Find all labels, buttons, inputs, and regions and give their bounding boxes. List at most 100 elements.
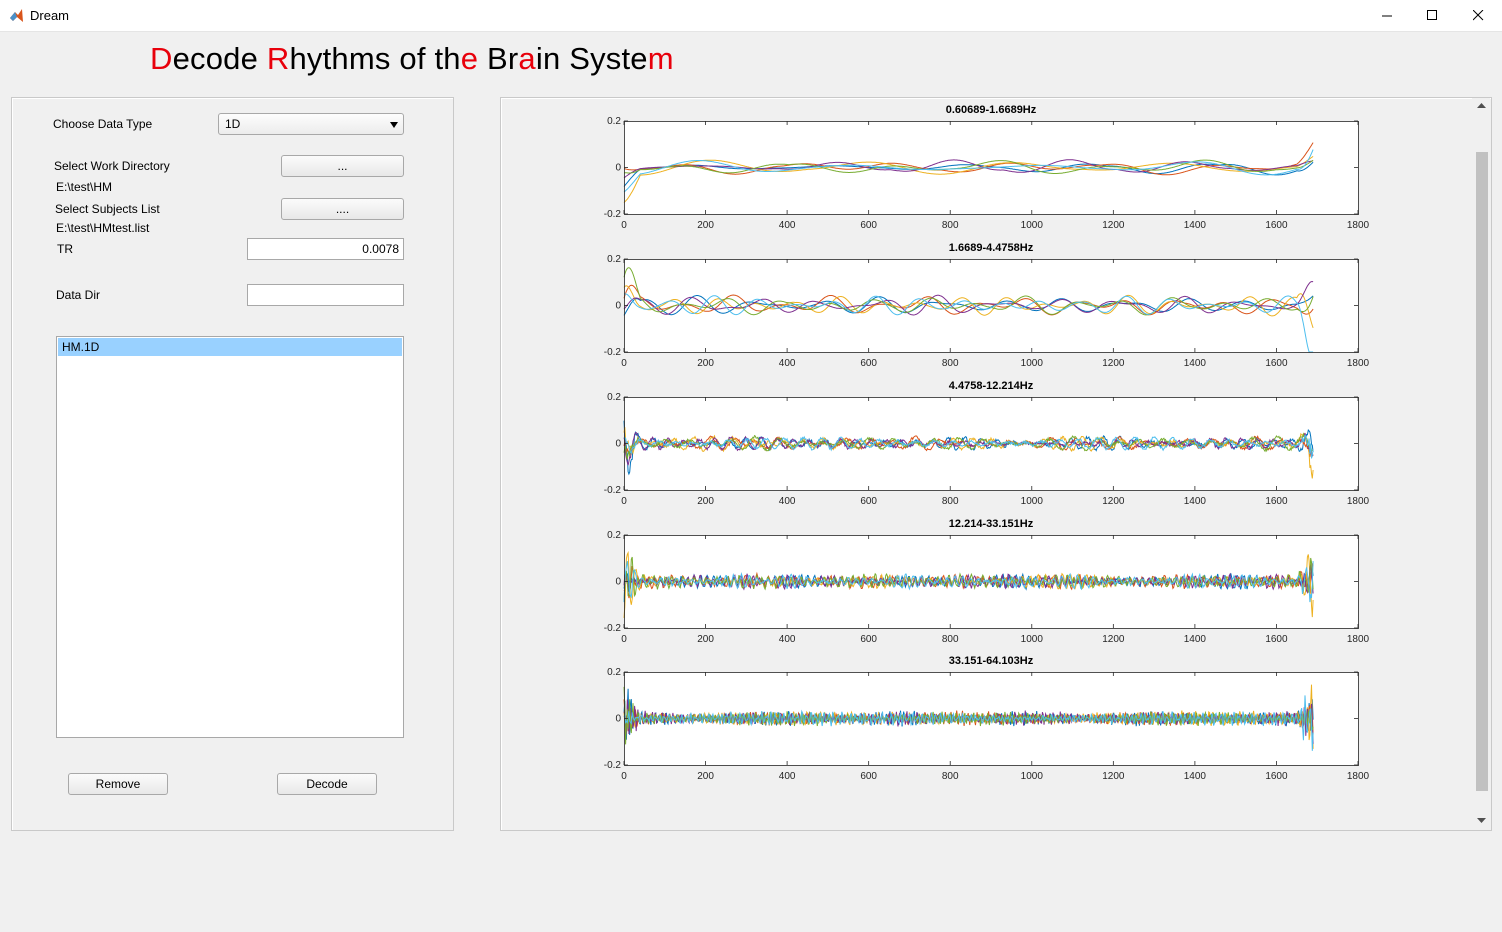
app-heading: Decode Rhythms of the Brain System [150, 41, 674, 77]
x-tick-label: 200 [697, 496, 714, 507]
window-title: Dream [30, 8, 70, 23]
x-tick-label: 0 [621, 496, 627, 507]
x-tick-label: 0 [621, 634, 627, 645]
y-tick-label: -0.2 [604, 347, 622, 358]
title-bar: Dream [0, 0, 1502, 32]
x-tick-label: 1000 [1021, 771, 1044, 782]
x-tick-label: 600 [860, 634, 877, 645]
scroll-up-arrow-icon[interactable] [1477, 103, 1486, 109]
x-tick-label: 600 [860, 358, 877, 369]
x-tick-label: 1400 [1184, 358, 1207, 369]
x-tick-label: 1400 [1184, 771, 1207, 782]
x-tick-label: 1200 [1102, 220, 1125, 231]
chevron-down-icon [390, 122, 398, 128]
x-tick-label: 1600 [1265, 634, 1288, 645]
x-tick-label: 1600 [1265, 358, 1288, 369]
y-tick-label: 0.2 [607, 254, 621, 265]
plot-area [624, 259, 1358, 352]
heading-segment: R [266, 41, 290, 76]
heading-segment: ecode [172, 41, 267, 76]
scroll-down-arrow-icon[interactable] [1477, 818, 1486, 824]
x-tick-label: 400 [779, 634, 796, 645]
y-tick-label: 0 [615, 439, 621, 450]
remove-button[interactable]: Remove [68, 773, 168, 795]
x-tick-label: 1200 [1102, 634, 1125, 645]
x-tick-label: 600 [860, 771, 877, 782]
data-type-label: Choose Data Type [53, 117, 153, 131]
heading-segment: D [150, 41, 173, 76]
heading-segment: Br [478, 41, 519, 76]
maximize-button[interactable] [1409, 0, 1455, 31]
x-tick-label: 400 [779, 496, 796, 507]
x-tick-label: 400 [779, 220, 796, 231]
matlab-app-icon [10, 9, 23, 22]
x-tick-label: 200 [697, 358, 714, 369]
x-tick-label: 1600 [1265, 771, 1288, 782]
x-tick-label: 0 [621, 220, 627, 231]
x-tick-label: 1000 [1021, 634, 1044, 645]
heading-segment: a [518, 41, 536, 76]
tr-label: TR [57, 242, 73, 256]
x-tick-label: 800 [942, 771, 959, 782]
subjects-listbox[interactable]: HM.1D [56, 336, 404, 738]
tr-input[interactable]: 0.0078 [247, 238, 404, 260]
x-tick-label: 0 [621, 358, 627, 369]
y-tick-label: -0.2 [604, 623, 622, 634]
work-dir-label: Select Work Directory [54, 159, 170, 173]
minimize-button[interactable] [1364, 0, 1410, 31]
y-tick-label: 0 [615, 714, 621, 725]
y-tick-label: 0 [615, 163, 621, 174]
band-plot: 0 200 400 600 800 1000 1200 1400 1600 18000.20-0.… [604, 116, 1370, 231]
heading-segment: m [647, 41, 674, 76]
work-dir-value: E:\test\HM [56, 180, 113, 194]
x-tick-label: 1200 [1102, 771, 1125, 782]
x-tick-label: 1800 [1347, 220, 1370, 231]
heading-segment: hythms of th [289, 41, 461, 76]
decode-button[interactable]: Decode [277, 773, 377, 795]
list-item[interactable]: HM.1D [58, 338, 402, 356]
x-tick-label: 1200 [1102, 358, 1125, 369]
x-tick-label: 200 [697, 220, 714, 231]
x-tick-label: 400 [779, 358, 796, 369]
y-tick-label: -0.2 [604, 209, 622, 220]
x-tick-label: 0 [621, 771, 627, 782]
x-tick-label: 600 [860, 496, 877, 507]
x-tick-label: 200 [697, 771, 714, 782]
data-dir-input[interactable] [247, 284, 404, 306]
heading-segment: in Syste [535, 41, 648, 76]
x-tick-label: 1600 [1265, 220, 1288, 231]
y-tick-label: 0.2 [607, 392, 621, 403]
y-tick-label: 0.2 [607, 116, 621, 127]
y-tick-label: -0.2 [604, 485, 622, 496]
x-tick-label: 800 [942, 358, 959, 369]
y-tick-label: 0 [615, 301, 621, 312]
y-tick-label: 0 [615, 577, 621, 588]
close-icon [1472, 10, 1483, 21]
x-tick-label: 800 [942, 634, 959, 645]
x-tick-label: 1200 [1102, 496, 1125, 507]
x-tick-label: 1800 [1347, 771, 1370, 782]
x-tick-label: 1000 [1021, 220, 1044, 231]
data-type-dropdown[interactable]: 1D [218, 113, 404, 135]
browse-subjects-button[interactable]: .... [281, 198, 404, 220]
subjects-list-value: E:\test\HMtest.list [56, 221, 150, 235]
subjects-list-label: Select Subjects List [55, 202, 160, 216]
x-tick-label: 400 [779, 771, 796, 782]
x-tick-label: 1000 [1021, 496, 1044, 507]
x-tick-label: 1800 [1347, 634, 1370, 645]
data-type-value: 1D [225, 117, 241, 131]
browse-work-dir-button[interactable]: ... [281, 155, 404, 177]
close-button[interactable] [1455, 0, 1501, 31]
x-tick-label: 600 [860, 220, 877, 231]
x-tick-label: 1000 [1021, 358, 1044, 369]
band-plot: 0 200 400 600 800 1000 1200 1400 1600 18000.20-0.… [604, 667, 1370, 782]
minimize-icon [1381, 15, 1392, 17]
x-tick-label: 200 [697, 634, 714, 645]
y-tick-label: -0.2 [604, 760, 622, 771]
scrollbar-thumb[interactable] [1476, 152, 1488, 791]
x-tick-label: 1400 [1184, 220, 1207, 231]
data-dir-label: Data Dir [56, 288, 101, 302]
y-tick-label: 0.2 [607, 667, 621, 678]
heading-segment: e [460, 41, 479, 76]
band-plot: 0 200 400 600 800 1000 1200 1400 1600 18000.20-0.… [604, 392, 1370, 507]
